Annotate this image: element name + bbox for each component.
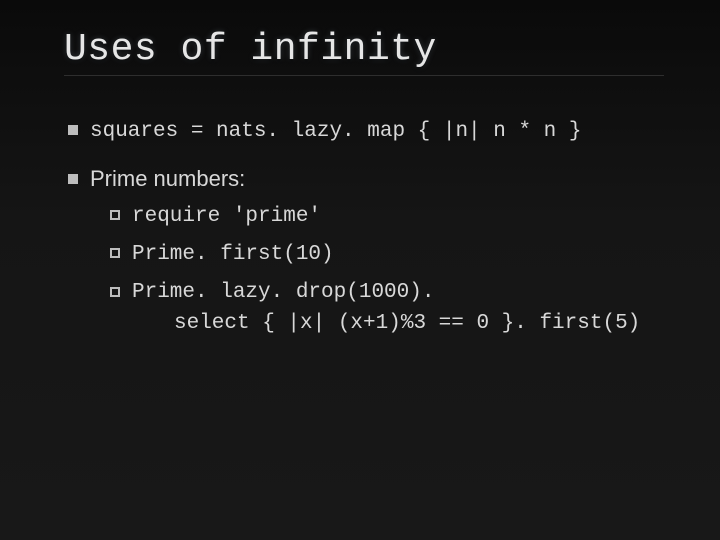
heading-text: Prime numbers: <box>90 166 245 191</box>
code-text: require 'prime' <box>132 205 321 228</box>
code-continuation: select { |x| (x+1)%3 == 0 }. first(5) <box>132 310 664 338</box>
list-item: Prime. first(10) <box>106 241 664 269</box>
sub-bullet-list: require 'prime' Prime. first(10) Prime. … <box>106 203 664 338</box>
list-item: squares = nats. lazy. map { |n| n * n } <box>64 116 664 146</box>
code-text: Prime. lazy. drop(1000). <box>132 281 434 304</box>
slide-title: Uses of infinity <box>64 28 664 76</box>
slide: Uses of infinity squares = nats. lazy. m… <box>0 0 720 384</box>
list-item: Prime. lazy. drop(1000). select { |x| (x… <box>106 279 664 338</box>
code-text: squares = nats. lazy. map { |n| n * n } <box>90 120 581 143</box>
list-item: Prime numbers: require 'prime' Prime. fi… <box>64 164 664 338</box>
list-item: require 'prime' <box>106 203 664 231</box>
code-text: Prime. first(10) <box>132 243 334 266</box>
bullet-list: squares = nats. lazy. map { |n| n * n } … <box>64 116 664 338</box>
